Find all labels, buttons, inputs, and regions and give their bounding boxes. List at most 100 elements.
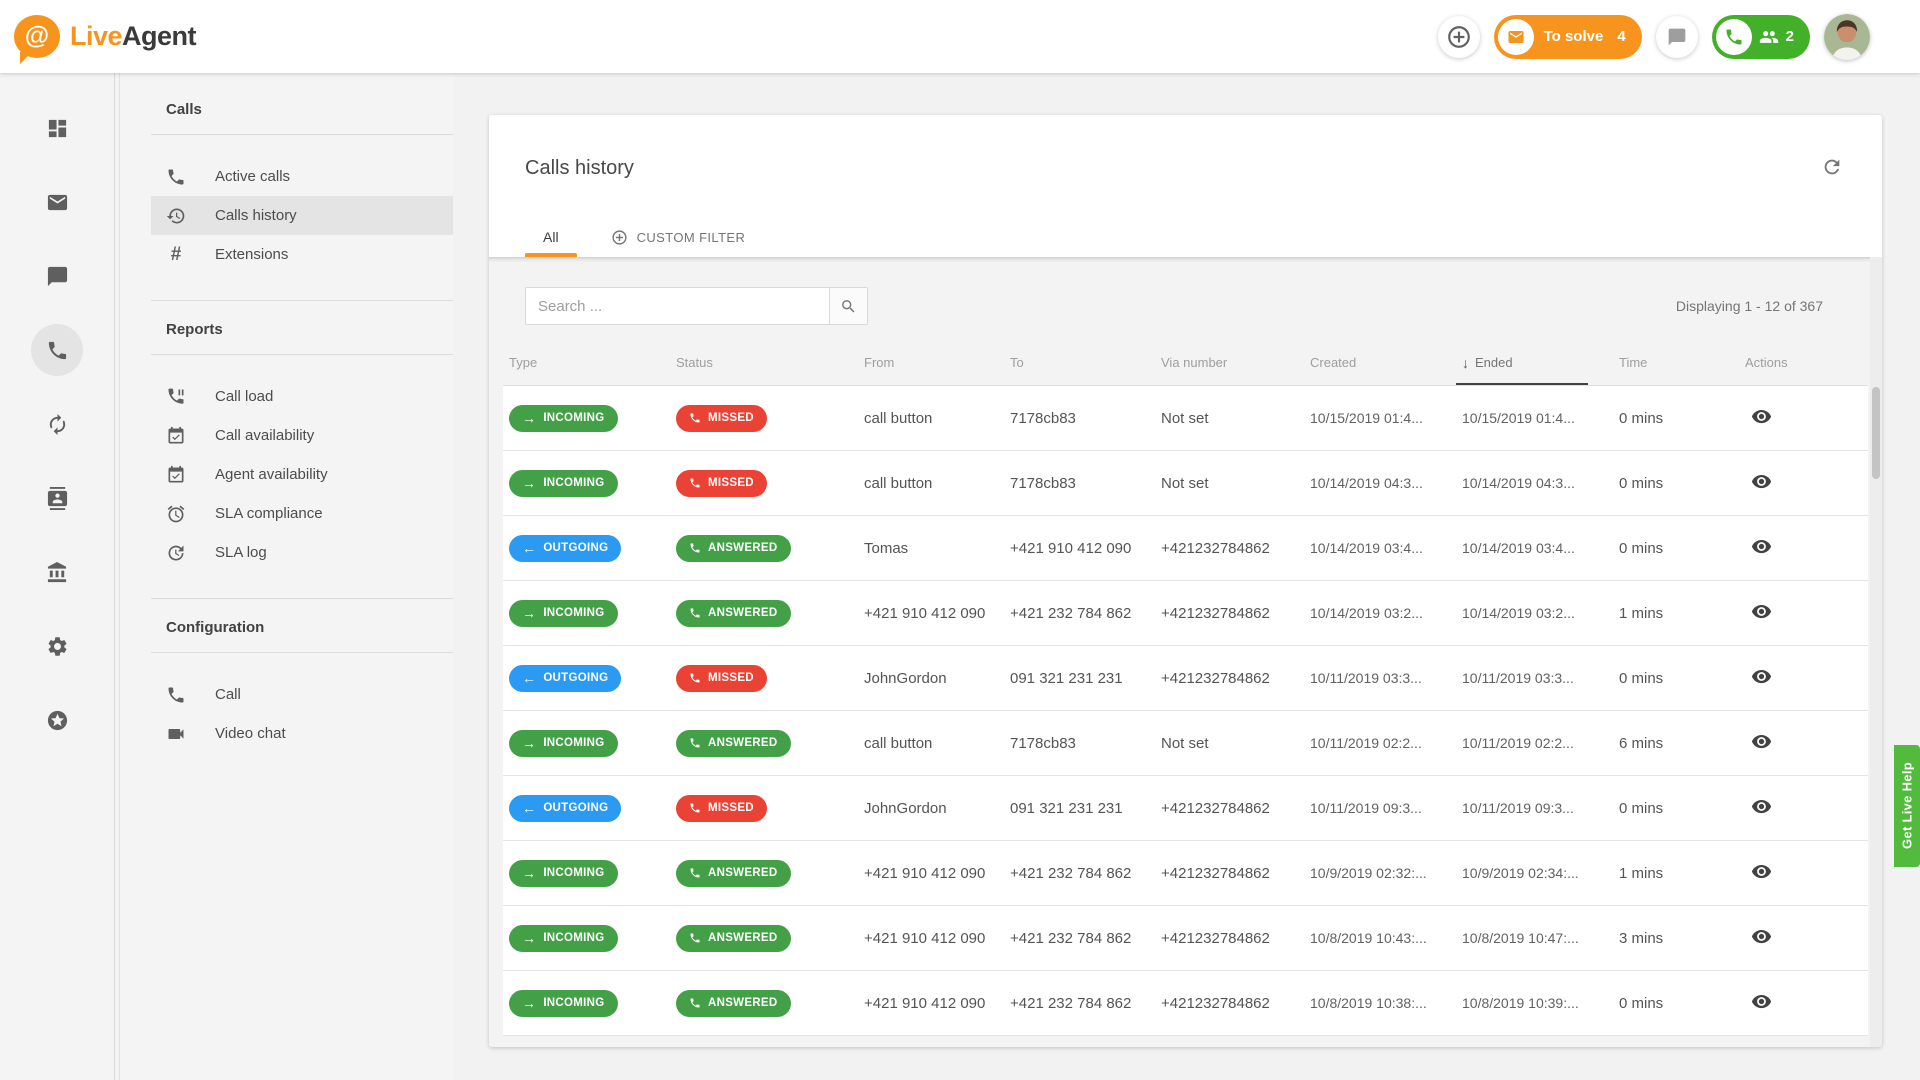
nav-item-video-chat[interactable]: Video chat [151, 714, 453, 753]
cell-via-number: +421232784862 [1155, 930, 1304, 947]
tab-label: CUSTOM FILTER [637, 230, 746, 245]
table-row[interactable]: ← OUTGOING MISSED JohnGordon 091 321 231… [503, 776, 1868, 841]
view-call-button[interactable] [1749, 666, 1773, 690]
chat-bubble-icon [1667, 27, 1687, 47]
get-live-help-button[interactable]: Get Live Help [1894, 745, 1920, 867]
column-header-status[interactable]: Status [670, 355, 858, 370]
call-status-badge: ANSWERED [676, 925, 791, 952]
view-call-button[interactable] [1749, 536, 1773, 560]
nav-section-title: Configuration [151, 599, 453, 652]
column-header-from[interactable]: From [858, 355, 1004, 370]
nav-item-active-calls[interactable]: Active calls [151, 157, 453, 196]
call-type-label: OUTGOING [543, 802, 608, 814]
view-call-button[interactable] [1749, 991, 1773, 1015]
cell-status: MISSED [670, 795, 858, 822]
view-call-button[interactable] [1749, 731, 1773, 755]
rail-item-chats[interactable] [31, 250, 83, 302]
table-row[interactable]: → INCOMING MISSED call button 7178cb83 [503, 451, 1868, 516]
tab-all[interactable]: All [525, 217, 577, 257]
cell-created: 10/11/2019 09:3... [1304, 800, 1456, 816]
liveagent-logo[interactable]: @ LiveAgent [14, 15, 196, 58]
view-call-button[interactable] [1749, 926, 1773, 950]
table-row[interactable]: → INCOMING MISSED call button 7178cb83 [503, 386, 1868, 451]
tab-custom-filter[interactable]: CUSTOM FILTER [601, 217, 756, 257]
cell-to: +421 232 784 862 [1004, 930, 1155, 947]
table-row[interactable]: → INCOMING ANSWERED +421 910 412 090 +42… [503, 906, 1868, 971]
nav-item-label: Video chat [215, 725, 286, 742]
column-header-type[interactable]: Type [503, 355, 670, 370]
cell-type: → INCOMING [503, 600, 670, 627]
cell-created: 10/14/2019 03:2... [1304, 605, 1456, 621]
column-header-ended[interactable]: ↓ Ended [1456, 355, 1613, 371]
refresh-icon [1821, 156, 1843, 178]
refresh-button[interactable] [1819, 155, 1845, 181]
phone-icon [689, 997, 701, 1009]
rail-item-tickets[interactable] [31, 176, 83, 228]
cell-from: JohnGordon [858, 800, 1004, 817]
call-status-badge: ANSWERED [676, 990, 791, 1017]
nav-item-call-config[interactable]: Call [151, 675, 453, 714]
nav-item-call-load[interactable]: Call load [151, 377, 453, 416]
rail-item-settings[interactable] [31, 620, 83, 672]
table-row[interactable]: ← OUTGOING ANSWERED Tomas +421 910 412 0… [503, 516, 1868, 581]
cell-via-number: +421232784862 [1155, 670, 1304, 687]
table-row[interactable]: → INCOMING ANSWERED call button 7178cb83 [503, 711, 1868, 776]
table-area: Displaying 1 - 12 of 367 Type Status Fro… [489, 257, 1882, 1047]
vertical-scrollbar[interactable] [1870, 257, 1882, 1047]
envelope-icon [1507, 28, 1525, 46]
search-button[interactable] [830, 287, 868, 325]
active-calls-button[interactable]: 2 [1712, 15, 1810, 59]
phone-icon [689, 672, 701, 684]
nav-item-call-availability[interactable]: Call availability [151, 416, 453, 455]
cell-actions [1739, 471, 1868, 496]
call-status-label: ANSWERED [708, 997, 778, 1009]
cell-from: call button [858, 410, 1004, 427]
rail-item-automation[interactable] [31, 398, 83, 450]
table-row[interactable]: → INCOMING ANSWERED +421 910 412 090 +42… [503, 841, 1868, 906]
nav-item-calls-history[interactable]: Calls history [151, 196, 453, 235]
dashboard-icon [46, 117, 69, 140]
rail-item-customers[interactable] [31, 472, 83, 524]
nav-item-extensions[interactable]: # Extensions [151, 235, 453, 274]
call-status-badge: MISSED [676, 470, 767, 497]
cell-ended: 10/8/2019 10:47:... [1456, 930, 1613, 946]
eye-icon [1751, 666, 1772, 687]
nav-item-sla-log[interactable]: SLA log [151, 533, 453, 572]
view-call-button[interactable] [1749, 861, 1773, 885]
call-type-label: INCOMING [543, 737, 604, 749]
table-row[interactable]: ← OUTGOING MISSED JohnGordon 091 321 231… [503, 646, 1868, 711]
nav-item-sla-compliance[interactable]: SLA compliance [151, 494, 453, 533]
view-call-button[interactable] [1749, 796, 1773, 820]
nav-item-agent-availability[interactable]: Agent availability [151, 455, 453, 494]
rail-item-dashboard[interactable] [31, 102, 83, 154]
view-call-button[interactable] [1749, 471, 1773, 495]
call-status-badge: ANSWERED [676, 730, 791, 757]
column-header-to[interactable]: To [1004, 355, 1155, 370]
table-row[interactable]: → INCOMING ANSWERED +421 910 412 090 +42… [503, 971, 1868, 1036]
view-call-button[interactable] [1749, 601, 1773, 625]
cell-type: → INCOMING [503, 470, 670, 497]
cell-to: 091 321 231 231 [1004, 670, 1155, 687]
rail-item-calls[interactable] [31, 324, 83, 376]
to-solve-button[interactable]: To solve 4 [1494, 15, 1642, 59]
rail-item-departments[interactable] [31, 546, 83, 598]
view-call-button[interactable] [1749, 406, 1773, 430]
column-header-created[interactable]: Created [1304, 355, 1456, 370]
table-row[interactable]: → INCOMING ANSWERED +421 910 412 090 +42… [503, 581, 1868, 646]
add-new-button[interactable] [1438, 16, 1480, 58]
nav-item-label: Calls history [215, 207, 297, 224]
brand-live: Live [70, 21, 122, 51]
user-avatar[interactable] [1824, 14, 1870, 60]
chats-button[interactable] [1656, 16, 1698, 58]
rail-item-gamification[interactable] [31, 694, 83, 746]
scrollbar-thumb[interactable] [1872, 387, 1880, 479]
search-input[interactable] [525, 287, 830, 325]
call-type-badge: → INCOMING [509, 470, 618, 497]
column-header-time[interactable]: Time [1613, 355, 1739, 370]
column-header-via-number[interactable]: Via number [1155, 355, 1304, 370]
call-status-label: ANSWERED [708, 542, 778, 554]
pagination-status: Displaying 1 - 12 of 367 [1676, 298, 1823, 314]
eye-icon [1751, 406, 1772, 427]
direction-arrow-icon: ← [522, 541, 536, 555]
cell-actions [1739, 536, 1868, 561]
